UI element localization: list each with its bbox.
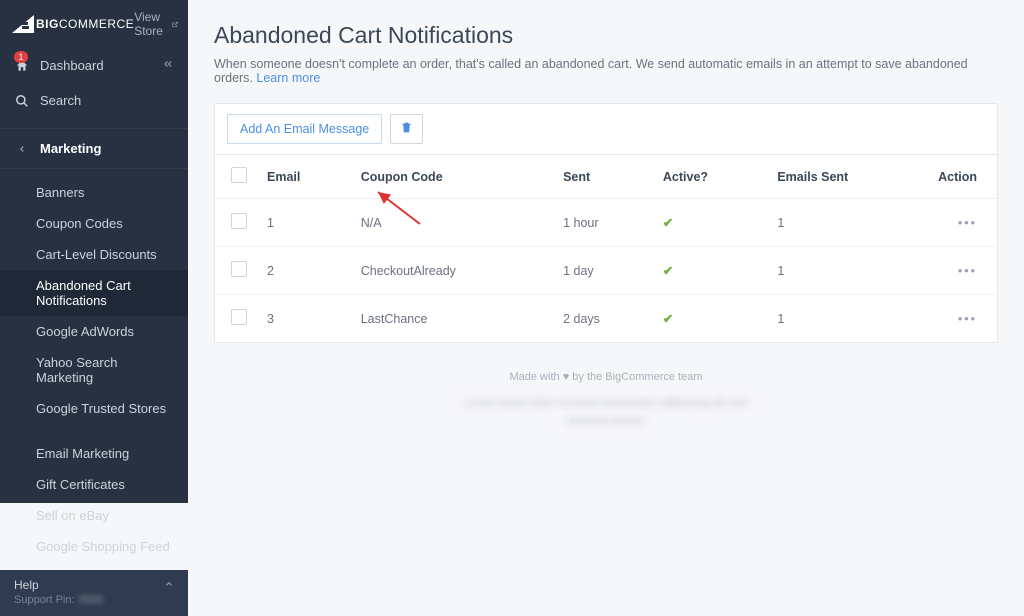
external-link-icon [172,19,178,30]
footer-credits: Made with ♥ by the BigCommerce team [214,371,998,383]
col-action: Action [927,155,997,199]
learn-more-link[interactable]: Learn more [256,71,320,85]
section-items: Banners Coupon Codes Cart-Level Discount… [0,169,188,570]
col-active: Active? [653,155,767,199]
emails-table: Email Coupon Code Sent Active? Emails Se… [215,155,997,342]
table-row: 1 N/A 1 hour ✔ 1 ••• [215,199,997,247]
row-actions[interactable]: ••• [958,216,977,230]
add-email-button[interactable]: Add An Email Message [227,114,382,144]
section-marketing[interactable]: Marketing [0,128,188,169]
row-actions[interactable]: ••• [958,264,977,278]
col-sent: Sent [553,155,653,199]
table-row: 3 LastChance 2 days ✔ 1 ••• [215,295,997,343]
table-header-row: Email Coupon Code Sent Active? Emails Se… [215,155,997,199]
main-content: Abandoned Cart Notifications When someon… [188,0,1024,503]
check-icon: ✔ [663,312,673,326]
sidebar-item-sell-ebay[interactable]: Sell on eBay [0,500,188,531]
nav-dashboard[interactable]: 1 Dashboard [0,48,188,83]
chevron-left-icon [14,144,30,154]
home-icon: 1 [14,59,30,73]
page-title: Abandoned Cart Notifications [214,22,998,49]
sidebar-item-cart-discounts[interactable]: Cart-Level Discounts [0,239,188,270]
col-emails-sent: Emails Sent [767,155,927,199]
nav-search[interactable]: Search [0,83,188,118]
sidebar-item-yahoo-search[interactable]: Yahoo Search Marketing [0,347,188,393]
toolbar: Add An Email Message [215,104,997,155]
check-icon: ✔ [663,216,673,230]
row-checkbox[interactable] [231,309,247,325]
sidebar-item-gift-certificates[interactable]: Gift Certificates [0,469,188,500]
sidebar: BIGCOMMERCE View Store 1 Dashboard [0,0,188,503]
col-email: Email [257,155,351,199]
sidebar-item-coupon-codes[interactable]: Coupon Codes [0,208,188,239]
nav-primary: 1 Dashboard Search [0,44,188,122]
row-checkbox[interactable] [231,261,247,277]
logo[interactable]: BIGCOMMERCE [12,15,134,33]
col-coupon: Coupon Code [351,155,553,199]
panel: Add An Email Message Email Coupon Code S… [214,103,998,343]
footer-legal: Lorem ipsum dolor sit amet consectetur a… [214,395,998,430]
row-checkbox[interactable] [231,213,247,229]
sidebar-item-abandoned-cart[interactable]: Abandoned Cart Notifications [0,270,188,316]
trash-icon [400,121,413,134]
page-description: When someone doesn't complete an order, … [214,57,998,85]
logo-text: BIGCOMMERCE [36,17,134,31]
table-row: 2 CheckoutAlready 1 day ✔ 1 ••• [215,247,997,295]
sidebar-item-google-shopping[interactable]: Google Shopping Feed [0,531,188,562]
sidebar-item-google-adwords[interactable]: Google AdWords [0,316,188,347]
help-link[interactable]: Help [14,578,174,592]
delete-button[interactable] [390,114,423,144]
sidebar-header: BIGCOMMERCE View Store [0,0,188,44]
view-store-link[interactable]: View Store [134,10,178,38]
search-icon [14,94,30,108]
sidebar-item-email-marketing[interactable]: Email Marketing [0,438,188,469]
collapse-icon[interactable] [162,58,174,73]
check-icon: ✔ [663,264,673,278]
sidebar-item-banners[interactable]: Banners [0,177,188,208]
chevron-up-icon [164,578,174,592]
select-all-checkbox[interactable] [231,167,247,183]
sidebar-footer: Help Support Pin: 0000 [0,570,188,616]
row-actions[interactable]: ••• [958,312,977,326]
support-pin: Support Pin: 0000 [14,594,174,606]
sidebar-item-google-trusted[interactable]: Google Trusted Stores [0,393,188,424]
logo-icon [12,15,34,33]
notification-badge: 1 [14,51,27,63]
